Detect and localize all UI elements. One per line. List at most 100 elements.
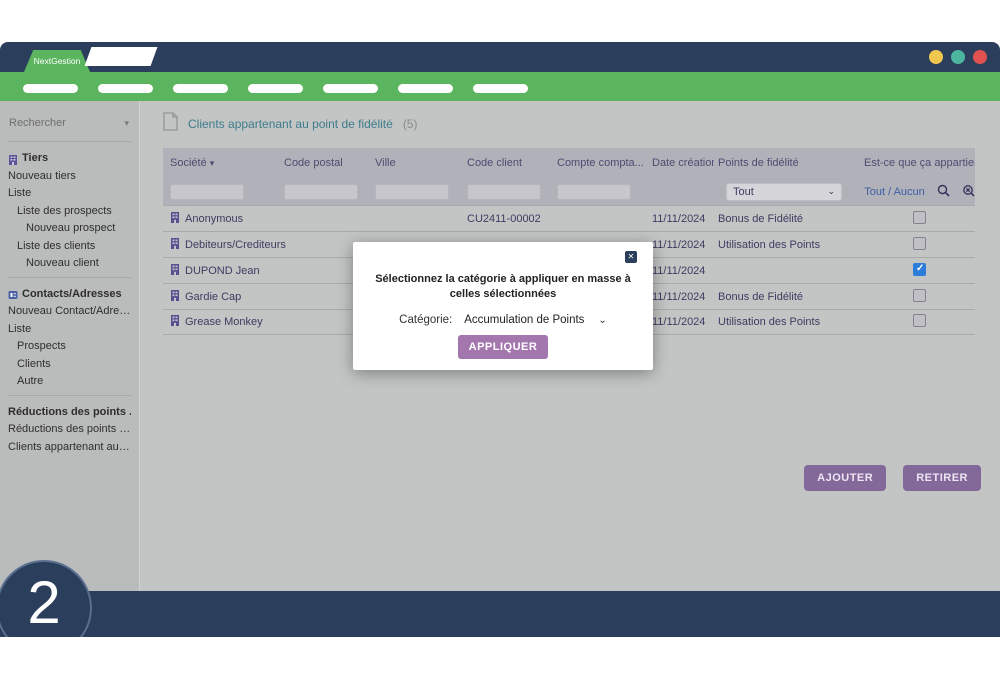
column-header-code-postal[interactable]: Code postal [284,157,375,169]
points-filter-select[interactable]: Tout ⌄ [726,183,842,201]
code-client-cell: CU2411-00002 [467,213,557,225]
table-row[interactable]: Anonymous CU2411-00002 11/11/2024 Bonus … [163,205,975,231]
building-icon [170,264,180,278]
sidebar-item-liste-prospects[interactable]: Liste des prospects [8,203,131,221]
filter-code-postal-input[interactable] [284,184,358,200]
close-icon[interactable]: ✕ [625,251,637,263]
client-name-link[interactable]: DUPOND Jean [185,265,260,277]
sidebar-item-prospects[interactable]: Prospects [8,338,131,356]
sidebar-search-label: Rechercher [9,117,66,129]
points-cell: Utilisation des Points [714,239,864,251]
nav-item-redacted[interactable] [323,84,378,93]
column-header-ville[interactable]: Ville [375,157,467,169]
nav-item-redacted[interactable] [473,84,528,93]
document-icon [163,112,178,136]
sort-desc-icon: ▾ [210,158,215,168]
sidebar-item-liste-2[interactable]: Liste [8,321,131,339]
nav-item-redacted[interactable] [23,84,78,93]
sidebar-item-liste-clients[interactable]: Liste des clients [8,238,131,256]
date-cell: 11/11/2024 [652,213,714,225]
redacted-tab[interactable] [85,47,158,66]
chevron-down-icon: ⌄ [827,186,835,197]
appartient-checkbox[interactable] [913,289,926,302]
column-header-date[interactable]: Date création [652,157,714,169]
window-controls [929,50,987,64]
clear-search-icon[interactable] [962,184,975,200]
app-tab[interactable]: NextGestion [24,50,90,72]
sidebar-item-reductions-points[interactable]: Réductions des points ... [8,404,131,422]
sidebar-item-nouveau-tiers[interactable]: Nouveau tiers [8,168,131,186]
points-cell: Utilisation des Points [714,316,864,328]
sidebar-item-tiers[interactable]: Tiers [8,150,131,168]
window-titlebar: NextGestion [0,42,1000,72]
sidebar-item-contacts-adresses[interactable]: Contacts/Adresses [8,286,131,304]
building-icon [170,290,180,304]
sidebar: Rechercher ▾ Tiers Nouveau tiers Liste L… [0,101,140,591]
close-dot-icon[interactable] [973,50,987,64]
building-icon [8,154,18,164]
bulk-category-modal: ✕ Sélectionnez la catégorie à appliquer … [353,242,653,370]
sidebar-item-label: Tiers [22,150,48,168]
sidebar-item-nouveau-contact[interactable]: Nouveau Contact/Adresse [8,303,131,321]
main-nav [0,72,1000,101]
client-name-link[interactable]: Grease Monkey [185,316,263,328]
sidebar-search-select[interactable]: Rechercher ▾ [8,115,131,137]
caret-down-icon: ▾ [124,118,129,129]
app-window: NextGestion Rechercher ▾ [0,42,1000,637]
footer-bar [0,591,1000,637]
appartient-checkbox[interactable] [913,263,926,276]
sidebar-item-nouveau-client[interactable]: Nouveau client [8,255,131,273]
page-title: Clients appartenant au point de fidélité [188,117,393,131]
ajouter-button[interactable]: AJOUTER [804,465,886,491]
building-icon [170,315,180,329]
column-header-societe[interactable]: Société ▾ [163,157,284,169]
points-cell: Bonus de Fidélité [714,213,864,225]
sidebar-item-nouveau-prospect[interactable]: Nouveau prospect [8,220,131,238]
filter-compte-input[interactable] [557,184,631,200]
filter-societe-input[interactable] [170,184,244,200]
appartient-checkbox[interactable] [913,211,926,224]
appliquer-button[interactable]: APPLIQUER [458,335,549,359]
client-name-link[interactable]: Debiteurs/Crediteurs [185,239,286,251]
sidebar-divider [8,141,131,142]
building-icon [170,212,180,226]
tout-aucun-link[interactable]: Tout / Aucun [864,186,925,198]
retirer-button[interactable]: RETIRER [903,465,981,491]
filter-ville-input[interactable] [375,184,449,200]
nav-item-redacted[interactable] [173,84,228,93]
sidebar-item-clients[interactable]: Clients [8,356,131,374]
sidebar-divider [8,395,131,396]
column-header-appartient[interactable]: Est-ce que ça appartient? [864,157,975,169]
date-cell: 11/11/2024 [652,265,714,277]
client-name-link[interactable]: Anonymous [185,213,243,225]
search-icon[interactable] [937,184,950,200]
nav-item-redacted[interactable] [248,84,303,93]
nav-item-redacted[interactable] [398,84,453,93]
sidebar-item-reductions-points-de[interactable]: Réductions des points de... [8,421,131,439]
appartient-checkbox[interactable] [913,314,926,327]
modal-title: Sélectionnez la catégorie à appliquer en… [362,272,644,302]
points-cell: Bonus de Fidélité [714,291,864,303]
table-filter-row: Tout ⌄ Tout / Aucun [163,178,975,205]
filter-code-client-input[interactable] [467,184,541,200]
sidebar-item-label: Contacts/Adresses [22,286,122,304]
contact-card-icon [8,289,18,299]
building-icon [170,238,180,252]
appartient-checkbox[interactable] [913,237,926,250]
chevron-down-icon: ⌄ [598,315,606,326]
date-cell: 11/11/2024 [652,316,714,328]
sidebar-item-clients-appartenant[interactable]: Clients appartenant au p... [8,439,131,457]
sidebar-item-liste[interactable]: Liste [8,185,131,203]
maximize-dot-icon[interactable] [951,50,965,64]
nav-item-redacted[interactable] [98,84,153,93]
page-title-row: Clients appartenant au point de fidélité… [140,101,1000,136]
sidebar-item-autre[interactable]: Autre [8,373,131,391]
minimize-dot-icon[interactable] [929,50,943,64]
category-select[interactable]: Accumulation de Points ⌄ [464,314,607,326]
date-cell: 11/11/2024 [652,239,714,251]
column-header-points[interactable]: Points de fidélité [714,157,864,169]
category-label: Catégorie: [399,314,452,326]
client-name-link[interactable]: Gardie Cap [185,291,241,303]
column-header-code-client[interactable]: Code client [467,157,557,169]
column-header-compte[interactable]: Compte compta... [557,157,652,169]
